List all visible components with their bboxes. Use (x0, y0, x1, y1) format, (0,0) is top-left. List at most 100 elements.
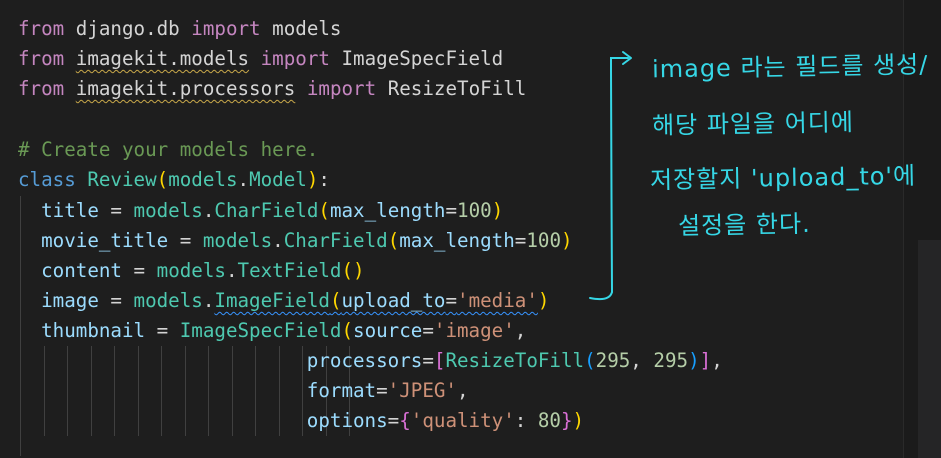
field-class: CharField (214, 199, 319, 222)
code-line-5[interactable]: # Create your models here. (18, 135, 318, 165)
assign: = (98, 289, 134, 312)
keyword-import: import (191, 17, 261, 40)
code-line-3[interactable]: from imagekit.processors import ResizeTo… (18, 74, 526, 104)
string: 'JPEG' (387, 379, 457, 402)
dot: . (202, 199, 215, 222)
code-line-8[interactable]: movie_title = models.CharField(max_lengt… (18, 226, 573, 256)
bracket: { (399, 409, 411, 432)
bracket: } (560, 409, 573, 432)
field-name: title (41, 199, 99, 222)
module-ref: models (156, 259, 226, 282)
number: 295 (653, 349, 689, 372)
assign: = (145, 319, 180, 342)
bracket: ( (318, 199, 330, 222)
module-ref: models (202, 229, 273, 252)
code-line-14[interactable]: options={'quality': 80}) (18, 406, 584, 436)
string: 'media' (457, 289, 538, 312)
code-line-9[interactable]: content = models.TextField() (18, 256, 365, 286)
code-line-7[interactable]: title = models.CharField(max_length=100) (18, 196, 503, 226)
module-ref: models (133, 199, 203, 222)
bracket: ) (572, 409, 585, 432)
comma: , (514, 319, 527, 342)
number: 100 (457, 199, 492, 222)
field-class: TextField (237, 259, 342, 282)
field-class: ImageSpecField (179, 319, 342, 342)
bracket: ( (341, 319, 354, 342)
bracket: ) (306, 168, 319, 191)
code-line-1[interactable]: from django.db import models (18, 14, 341, 44)
bracket: [ (433, 349, 446, 372)
string: 'quality' (410, 409, 515, 432)
class-name: Review (87, 168, 157, 191)
number: 80 (537, 409, 561, 432)
keyword-from: from (18, 77, 65, 100)
assign: = (376, 379, 388, 402)
code-line-10[interactable]: image = models.ImageField(upload_to='med… (18, 286, 549, 316)
keyword-from: from (18, 17, 65, 40)
kwarg: options (306, 409, 388, 432)
assign: = (387, 409, 400, 432)
module-ref: models (133, 289, 203, 312)
code-line-2[interactable]: from imagekit.models import ImageSpecFie… (18, 44, 503, 74)
keyword-from: from (18, 47, 65, 70)
assign: = (445, 199, 458, 222)
processor-class: ResizeToFill (445, 349, 585, 372)
module-name: django.db (64, 17, 192, 40)
kwarg: max_length (399, 229, 515, 252)
assign: = (514, 229, 527, 252)
colon: : (318, 168, 330, 191)
code-line-13[interactable]: format='JPEG', (18, 376, 469, 406)
keyword-import: import (306, 77, 377, 100)
minimap-panel[interactable] (918, 240, 941, 458)
field-class: CharField (283, 229, 388, 252)
bracket: ( (156, 168, 169, 191)
bracket: ) (688, 349, 700, 372)
kwarg: source (353, 319, 423, 342)
code-line-6[interactable]: class Review(models.Model): (18, 165, 330, 195)
dot: . (272, 229, 284, 252)
code-editor[interactable]: from django.db import models from imagek… (0, 0, 903, 458)
keyword-class: class (18, 168, 76, 191)
bracket: ] (699, 349, 712, 372)
code-line-12[interactable]: processors=[ResizeToFill(295, 295)], (18, 346, 723, 376)
import-name: ImageSpecField (329, 47, 504, 70)
import-name: models (260, 17, 342, 40)
bracket: ( (387, 229, 400, 252)
base-class: Model (249, 168, 307, 191)
code-line-11[interactable]: thumbnail = ImageSpecField(source='image… (18, 316, 526, 346)
kwarg: processors (306, 349, 423, 372)
assign: = (422, 319, 434, 342)
assign: = (422, 349, 434, 372)
bracket: ) (561, 229, 573, 252)
comma: , (456, 379, 469, 402)
field-name: image (41, 289, 99, 312)
colon: : (514, 409, 538, 432)
kwarg: max_length (329, 199, 446, 222)
kwarg: format (306, 379, 377, 402)
comma: , (630, 349, 654, 372)
bracket: ( (584, 349, 596, 372)
kwarg: upload_to (341, 289, 446, 312)
bracket: ( (329, 289, 342, 312)
number: 295 (595, 349, 631, 372)
bracket: ( (341, 259, 354, 282)
field-class: ImageField (214, 289, 330, 312)
comma: , (711, 349, 723, 372)
assign: = (98, 199, 134, 222)
dot: . (202, 289, 215, 312)
bracket: ) (353, 259, 365, 282)
dot: . (225, 259, 238, 282)
module-name: imagekit.models (75, 47, 250, 70)
code-comment: # Create your models here. (18, 138, 319, 161)
